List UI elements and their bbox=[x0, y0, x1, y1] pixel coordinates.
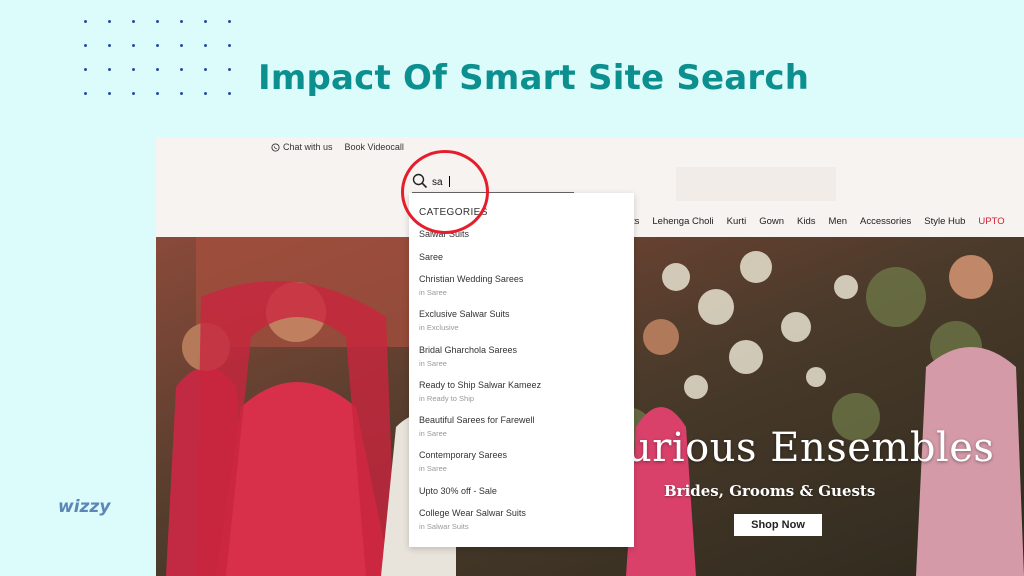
nav-item-gown[interactable]: Gown bbox=[759, 216, 784, 227]
nav-item-men[interactable]: Men bbox=[829, 216, 847, 227]
suggestion-item[interactable]: Upto 30% off - Sale bbox=[419, 486, 624, 496]
suggestion-label: Contemporary Sarees bbox=[419, 450, 508, 460]
nav-item-sale[interactable]: UPTO bbox=[978, 216, 1004, 227]
suggestion-label: Beautiful Sarees for Farewell bbox=[419, 415, 535, 425]
videocall-link[interactable]: Book Videocall bbox=[345, 142, 404, 152]
suggestion-category: in Saree bbox=[419, 359, 447, 368]
website-screenshot: Chat with us Book Videocall urious Ensem… bbox=[156, 137, 1024, 576]
chat-link[interactable]: Chat with us bbox=[271, 142, 333, 152]
nav-item-kids[interactable]: Kids bbox=[797, 216, 815, 227]
decorative-dot-grid bbox=[84, 20, 234, 100]
nav-item-lehenga-choli[interactable]: Lehenga Choli bbox=[652, 216, 713, 227]
nav-item-style-hub[interactable]: Style Hub bbox=[924, 216, 965, 227]
suggestion-item[interactable]: Christian Wedding Sarees in Saree bbox=[419, 274, 624, 297]
suggestion-label: Exclusive Salwar Suits bbox=[419, 309, 510, 319]
search-suggestions-dropdown: CATEGORIES Salwar Suits Saree Christian … bbox=[409, 193, 634, 547]
suggestion-label: College Wear Salwar Suits bbox=[419, 508, 526, 518]
suggestion-item[interactable]: Saree bbox=[419, 252, 624, 262]
chat-label: Chat with us bbox=[283, 142, 333, 152]
shop-now-button[interactable]: Shop Now bbox=[734, 514, 822, 536]
suggestion-item[interactable]: Contemporary Sarees in Saree bbox=[419, 450, 624, 473]
main-nav: ts Lehenga Choli Kurti Gown Kids Men Acc… bbox=[632, 216, 1005, 227]
site-topbar: Chat with us Book Videocall bbox=[271, 142, 404, 152]
suggestion-label: Christian Wedding Sarees bbox=[419, 274, 524, 284]
highlight-circle bbox=[401, 150, 489, 234]
suggestion-item[interactable]: Bridal Gharchola Sarees in Saree bbox=[419, 345, 624, 368]
suggestion-item[interactable]: Beautiful Sarees for Farewell in Saree bbox=[419, 415, 624, 438]
suggestion-category: in Exclusive bbox=[419, 323, 459, 332]
suggestion-label: Bridal Gharchola Sarees bbox=[419, 345, 518, 355]
hero-subtitle: Brides, Grooms & Guests bbox=[664, 482, 876, 500]
nav-item-accessories[interactable]: Accessories bbox=[860, 216, 911, 227]
slide-title: Impact Of Smart Site Search bbox=[258, 58, 810, 98]
suggestion-label: Ready to Ship Salwar Kameez bbox=[419, 380, 542, 390]
suggestion-item[interactable]: Ready to Ship Salwar Kameez in Ready to … bbox=[419, 380, 624, 403]
suggestion-category: in Ready to Ship bbox=[419, 394, 475, 403]
hero-title: urious Ensembles bbox=[626, 425, 995, 471]
suggestion-item[interactable]: College Wear Salwar Suits in Salwar Suit… bbox=[419, 508, 624, 531]
suggestion-category: in Saree bbox=[419, 288, 447, 297]
nav-item-kurti[interactable]: Kurti bbox=[727, 216, 747, 227]
wizzy-logo: wizzy bbox=[58, 497, 111, 517]
suggestion-category: in Salwar Suits bbox=[419, 522, 469, 531]
promo-banner-placeholder bbox=[676, 167, 836, 201]
suggestion-category: in Saree bbox=[419, 464, 447, 473]
whatsapp-icon bbox=[271, 142, 280, 152]
suggestion-label: Saree bbox=[419, 252, 444, 262]
suggestion-category: in Saree bbox=[419, 429, 447, 438]
suggestion-item[interactable]: Exclusive Salwar Suits in Exclusive bbox=[419, 309, 624, 332]
suggestion-label: Upto 30% off - Sale bbox=[419, 486, 497, 496]
